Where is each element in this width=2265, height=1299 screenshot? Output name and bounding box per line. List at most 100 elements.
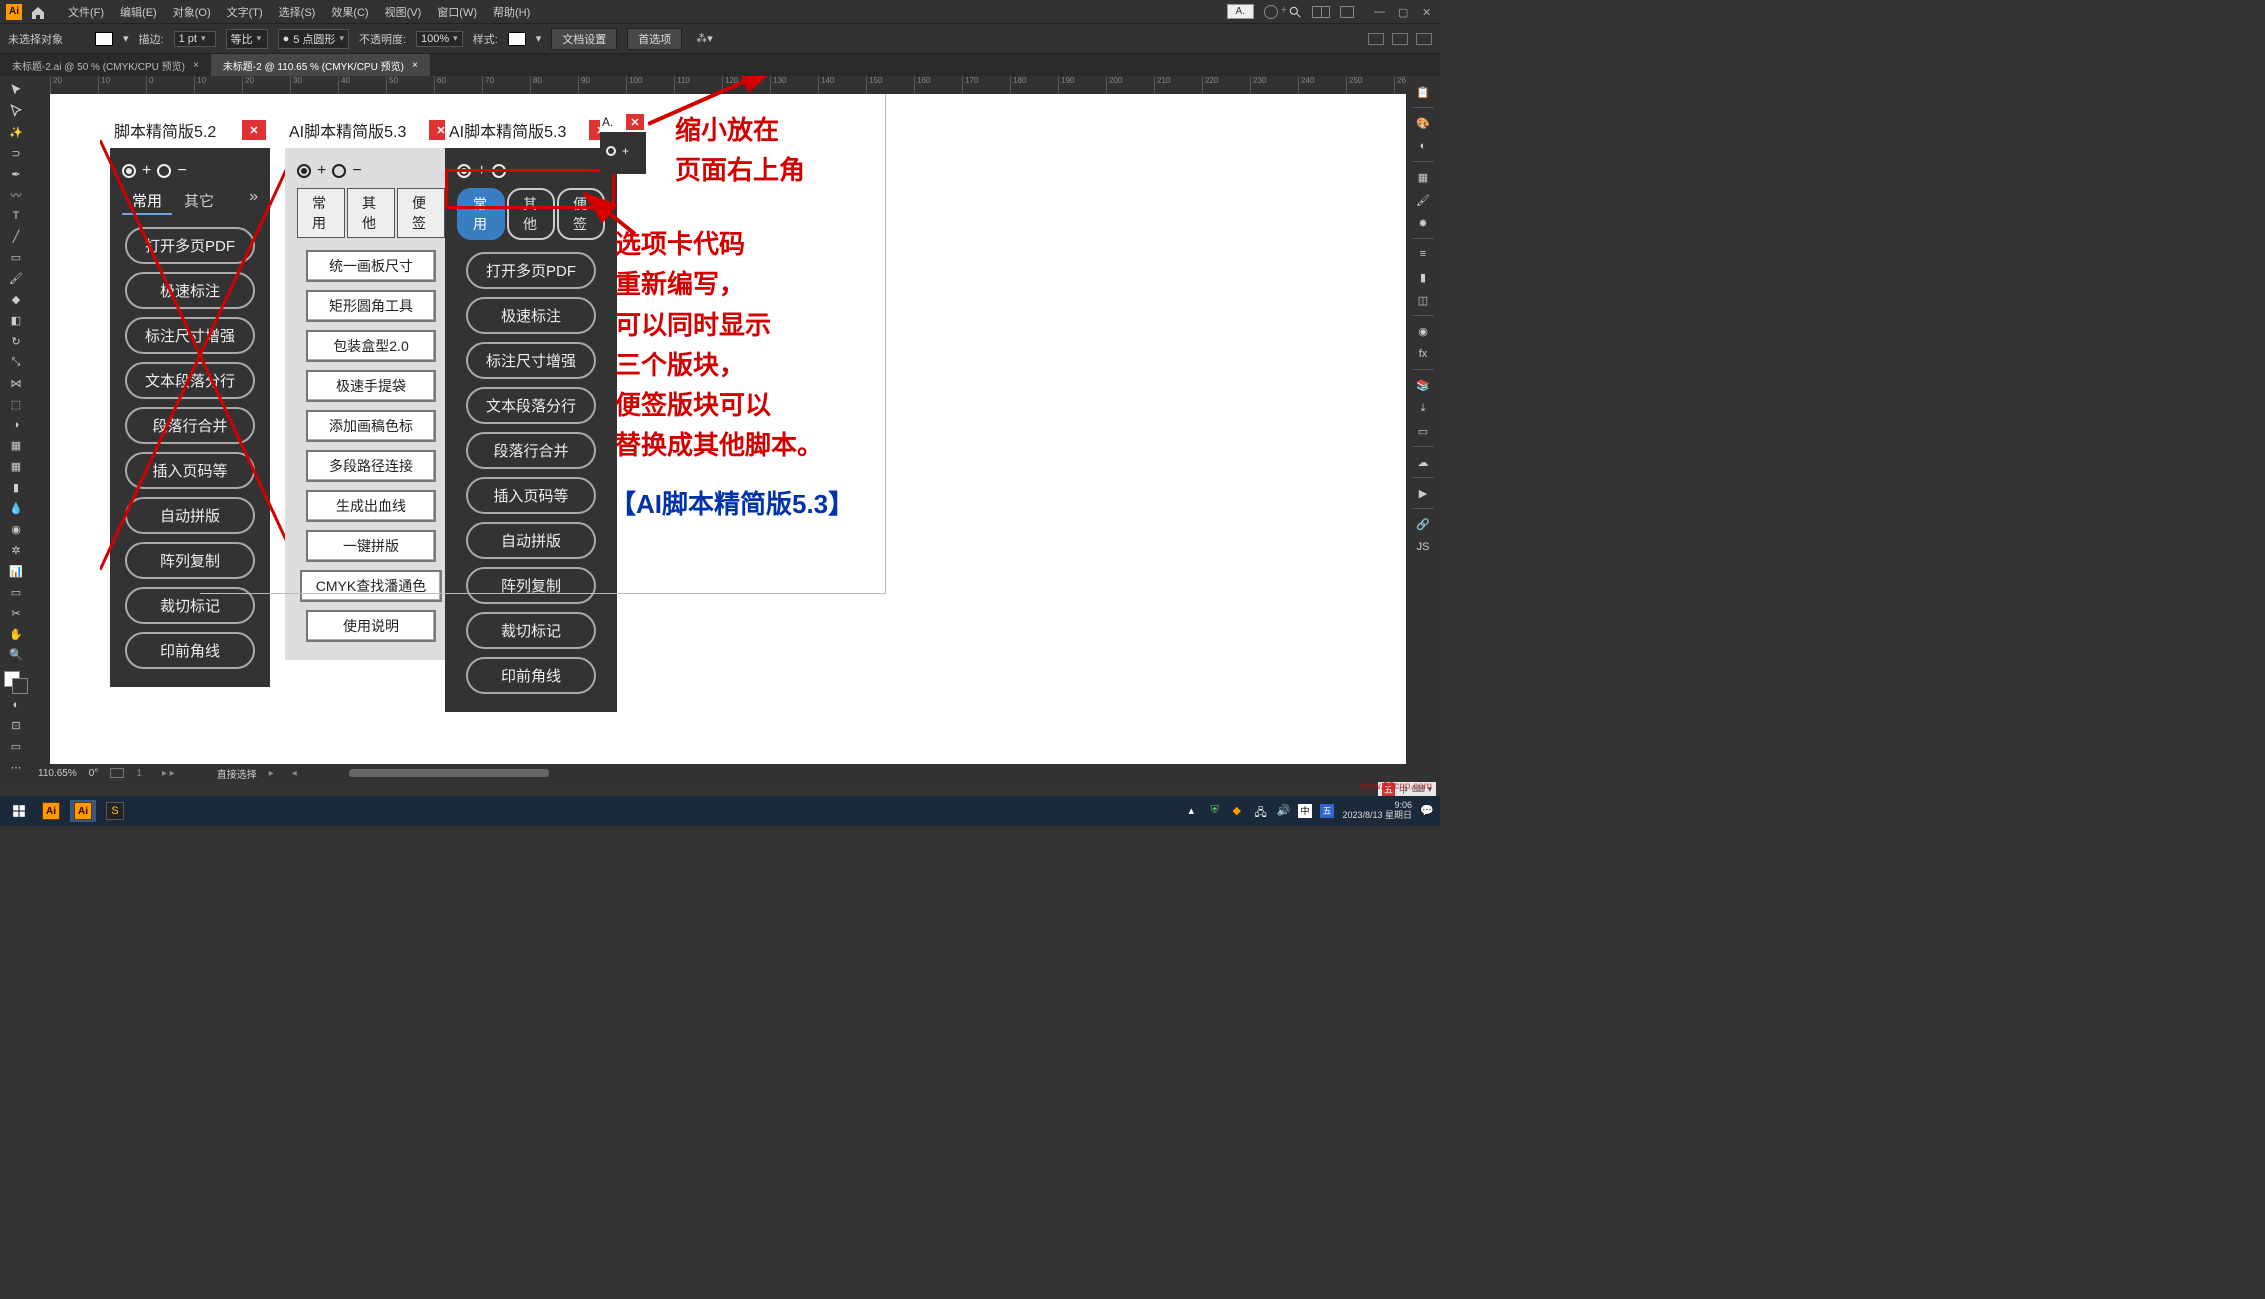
- zoom-field[interactable]: 110.65%: [38, 768, 77, 779]
- artboards-panel-icon[interactable]: ▭: [1412, 421, 1434, 441]
- gradient-tool[interactable]: ▮: [2, 477, 30, 498]
- blend-tool[interactable]: ◉: [2, 519, 30, 540]
- tab-untitled-2[interactable]: 未标题-2 @ 110.65 % (CMYK/CPU 预览)×: [211, 54, 430, 76]
- script-button[interactable]: 极速手提袋: [306, 370, 436, 402]
- taskbar-ai-1[interactable]: Ai: [38, 800, 64, 822]
- radio-on[interactable]: [122, 164, 136, 178]
- tray-shield-icon[interactable]: ⛨: [1210, 804, 1224, 818]
- layers-panel-icon[interactable]: 📚: [1412, 375, 1434, 395]
- color-guide-icon[interactable]: ◐: [1412, 136, 1434, 156]
- script-button[interactable]: 统一画板尺寸: [306, 250, 436, 282]
- close-tab-icon[interactable]: ×: [193, 60, 199, 71]
- canvas[interactable]: 2010010203040506070809010011012013014015…: [32, 76, 1406, 782]
- arrange-docs-icon[interactable]: [1312, 6, 1330, 18]
- stroke-weight-field[interactable]: 1 pt: [174, 31, 216, 47]
- fill-swatch[interactable]: [95, 32, 113, 46]
- start-button[interactable]: [6, 800, 32, 822]
- preferences-button[interactable]: 首选项: [627, 28, 682, 50]
- script-button[interactable]: 极速标注: [125, 272, 255, 309]
- brush-dropdown[interactable]: ● 5 点圆形: [278, 29, 349, 49]
- zoom-tool[interactable]: 🔍: [2, 644, 30, 665]
- pen-tool[interactable]: ✒: [2, 164, 30, 185]
- close-panel-button[interactable]: ✕: [626, 114, 644, 130]
- script-button[interactable]: 一键拼版: [306, 530, 436, 562]
- script-button[interactable]: 裁切标记: [466, 612, 596, 649]
- asset-export-icon[interactable]: ⤓: [1412, 398, 1434, 418]
- script-button[interactable]: 印前角线: [466, 657, 596, 694]
- tray-app-icon[interactable]: ◆: [1232, 804, 1246, 818]
- panel-menu-icon[interactable]: [1416, 33, 1432, 45]
- uniform-scale-dropdown[interactable]: 等比: [226, 29, 268, 49]
- slice-tool[interactable]: ✂: [2, 603, 30, 624]
- menu-edit[interactable]: 编辑(E): [112, 4, 165, 20]
- perspective-grid-tool[interactable]: ▦: [2, 435, 30, 456]
- color-panel-icon[interactable]: 🎨: [1412, 113, 1434, 133]
- tab-common[interactable]: 常用: [297, 188, 345, 238]
- home-icon[interactable]: [30, 5, 46, 19]
- curvature-tool[interactable]: 〰: [2, 185, 30, 206]
- radio-off[interactable]: [606, 146, 616, 156]
- swatches-panel-icon[interactable]: ▦: [1412, 167, 1434, 187]
- menu-effect[interactable]: 效果(C): [323, 4, 376, 20]
- script-button[interactable]: 极速标注: [466, 297, 596, 334]
- screen-mode-icon[interactable]: ▭: [2, 736, 30, 757]
- script-button[interactable]: 自动拼版: [466, 522, 596, 559]
- mesh-tool[interactable]: ▦: [2, 456, 30, 477]
- radio-off[interactable]: [332, 164, 346, 178]
- script-button[interactable]: 阵列复制: [466, 567, 596, 604]
- rotate-tool[interactable]: ↻: [2, 331, 30, 352]
- eyedropper-tool[interactable]: 💧: [2, 498, 30, 519]
- magic-wand-tool[interactable]: ✨: [2, 122, 30, 143]
- minimize-icon[interactable]: —: [1374, 6, 1386, 18]
- close-panel-button[interactable]: ✕: [242, 120, 266, 140]
- tray-volume-icon[interactable]: 🔊: [1276, 804, 1290, 818]
- script-button[interactable]: 打开多页PDF: [125, 227, 255, 264]
- script-button[interactable]: 矩形圆角工具: [306, 290, 436, 322]
- script-button[interactable]: 标注尺寸增强: [125, 317, 255, 354]
- libraries-panel-icon[interactable]: ☁: [1412, 452, 1434, 472]
- opacity-field[interactable]: 100%: [416, 31, 463, 47]
- style-swatch[interactable]: [508, 32, 526, 46]
- width-tool[interactable]: ⋈: [2, 373, 30, 394]
- search-icon[interactable]: [1288, 5, 1302, 19]
- docked-mini-panel[interactable]: A.: [1227, 4, 1254, 19]
- document-setup-button[interactable]: 文档设置: [551, 28, 617, 50]
- radio-off[interactable]: [157, 164, 171, 178]
- free-transform-tool[interactable]: ⬚: [2, 394, 30, 415]
- gradient-panel-icon[interactable]: ▮: [1412, 267, 1434, 287]
- script-button[interactable]: 生成出血线: [306, 490, 436, 522]
- type-tool[interactable]: T: [2, 205, 30, 226]
- menu-view[interactable]: 视图(V): [377, 4, 430, 20]
- script-button[interactable]: 包装盒型2.0: [306, 330, 436, 362]
- tray-chevron-up-icon[interactable]: ▴: [1188, 804, 1202, 818]
- menu-help[interactable]: 帮助(H): [485, 4, 538, 20]
- menu-object[interactable]: 对象(O): [165, 4, 219, 20]
- script-button[interactable]: 多段路径连接: [306, 450, 436, 482]
- line-tool[interactable]: ╱: [2, 226, 30, 247]
- actions-panel-icon[interactable]: ▶: [1412, 483, 1434, 503]
- script-button[interactable]: 标注尺寸增强: [466, 342, 596, 379]
- stroke-panel-icon[interactable]: ≡: [1412, 244, 1434, 264]
- script-button[interactable]: 打开多页PDF: [466, 252, 596, 289]
- align-icon[interactable]: ⁂▾: [696, 32, 713, 45]
- shaper-tool[interactable]: ◆: [2, 289, 30, 310]
- script-button[interactable]: 裁切标记: [125, 587, 255, 624]
- brushes-panel-icon[interactable]: 🖌: [1412, 190, 1434, 210]
- taskbar-app-s[interactable]: S: [102, 800, 128, 822]
- rotation-field[interactable]: 0°: [89, 768, 99, 779]
- tray-ime-wu[interactable]: 五: [1320, 804, 1334, 818]
- tab-other[interactable]: 其他: [347, 188, 395, 238]
- draw-mode-icon[interactable]: ⊡: [2, 715, 30, 736]
- script-button[interactable]: 文本段落分行: [125, 362, 255, 399]
- script-button[interactable]: 自动拼版: [125, 497, 255, 534]
- direct-selection-tool[interactable]: [2, 101, 30, 122]
- menu-file[interactable]: 文件(F): [60, 4, 112, 20]
- artboard-tool[interactable]: ▭: [2, 582, 30, 603]
- script-button[interactable]: 段落行合并: [466, 432, 596, 469]
- artboard-nav-icon[interactable]: [110, 768, 124, 778]
- script-button[interactable]: CMYK查找潘通色: [300, 570, 442, 602]
- rectangle-tool[interactable]: ▭: [2, 247, 30, 268]
- scrollbar-thumb[interactable]: [349, 769, 549, 777]
- maximize-icon[interactable]: ▢: [1398, 6, 1410, 18]
- column-graph-tool[interactable]: 📊: [2, 561, 30, 582]
